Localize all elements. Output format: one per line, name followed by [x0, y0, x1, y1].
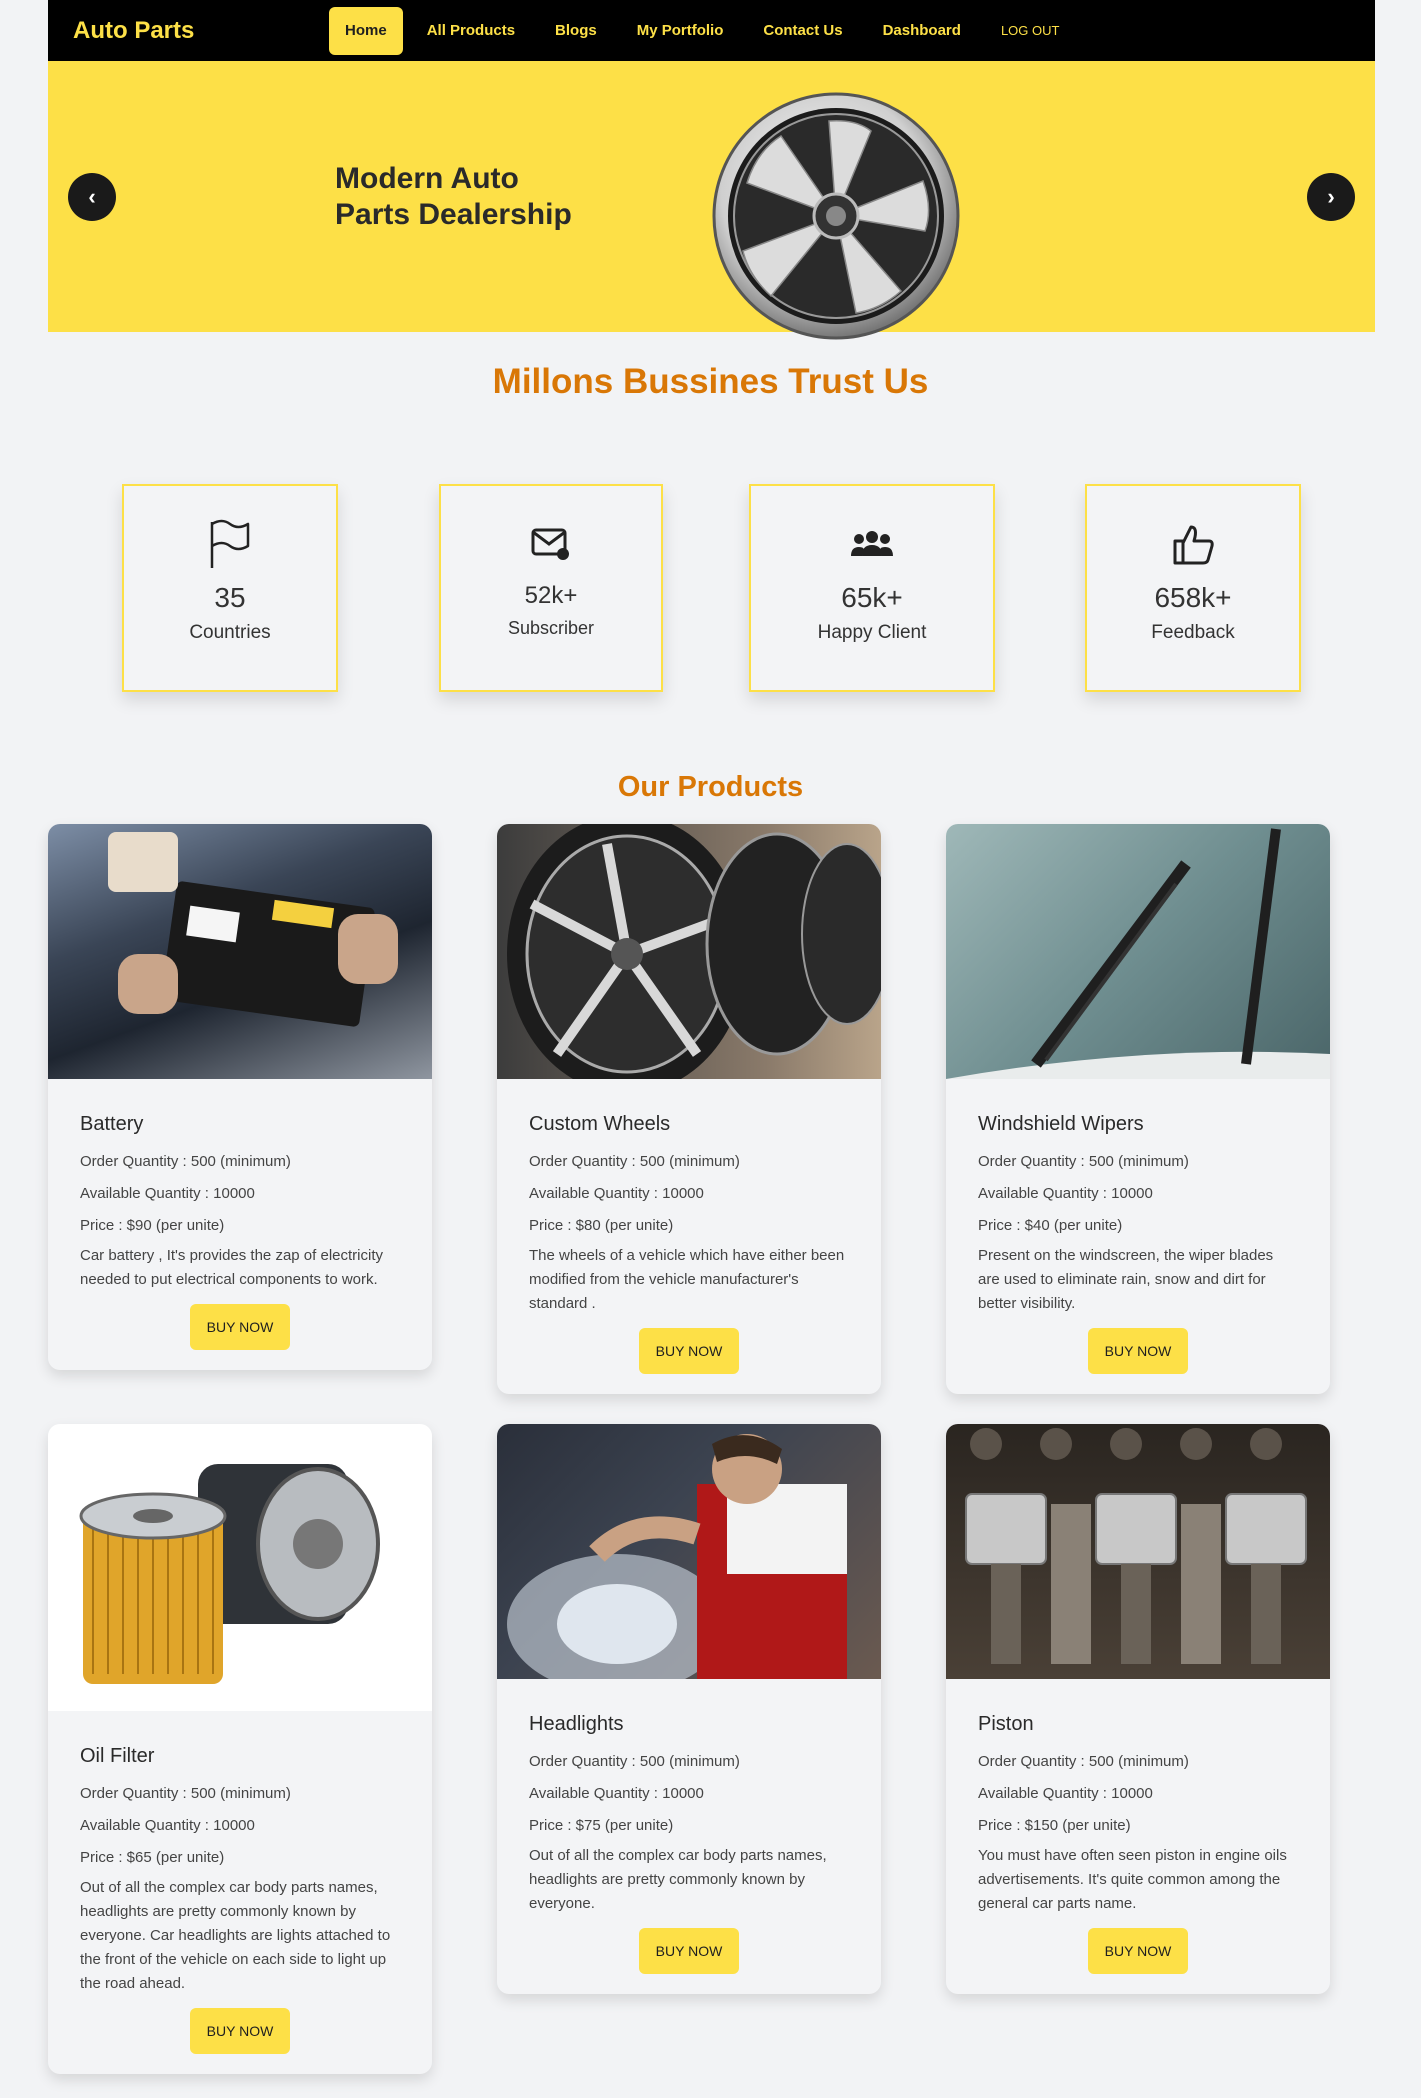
product-price: Price : $65 (per unite) [80, 1849, 225, 1866]
trust-title: Millons Bussines Trust Us [492, 362, 929, 401]
product-image-piston [946, 1424, 1330, 1679]
product-description: The wheels of a vehicle which have eithe… [529, 1247, 845, 1312]
stat-label: Subscriber [507, 618, 595, 638]
product-price: Price : $80 (per unite) [529, 1217, 674, 1234]
product-available-qty: Available Quantity : 10000 [80, 1185, 255, 1202]
wheel-image [712, 92, 960, 340]
product-name: Windshield Wipers [978, 1113, 1144, 1135]
product-card-battery: Battery Order Quantity : 500 (minimum) A… [48, 824, 432, 1370]
stat-value: 52k+ [524, 582, 578, 609]
product-card-windshield-wipers: Windshield Wipers Order Quantity : 500 (… [946, 824, 1330, 1394]
product-order-qty: Order Quantity : 500 (minimum) [80, 1785, 291, 1802]
stat-card-subscriber: 52k+ Subscriber [439, 484, 663, 692]
carousel-next-button[interactable]: › [1307, 173, 1355, 221]
product-price: Price : $40 (per unite) [978, 1217, 1123, 1234]
stat-label: Feedback [1151, 622, 1235, 643]
product-price: Price : $75 (per unite) [529, 1817, 674, 1834]
product-order-qty: Order Quantity : 500 (minimum) [978, 1753, 1189, 1770]
product-price: Price : $90 (per unite) [80, 1217, 225, 1234]
nav-logout[interactable]: LOG OUT [981, 7, 1080, 55]
nav-my-portfolio[interactable]: My Portfolio [617, 7, 744, 55]
stat-card-countries: 35 Countries [122, 484, 338, 692]
nav-blogs[interactable]: Blogs [535, 7, 617, 55]
product-image-headlights [497, 1424, 881, 1679]
buy-now-button[interactable]: BUY NOW [1088, 1328, 1188, 1374]
product-price: Price : $150 (per unite) [978, 1817, 1131, 1834]
product-image-windshield-wipers [946, 824, 1330, 1079]
product-image-custom-wheels [497, 824, 881, 1079]
product-description: Out of all the complex car body parts na… [529, 1847, 827, 1912]
buy-now-button[interactable]: BUY NOW [639, 1928, 739, 1974]
users-icon [751, 516, 993, 572]
product-card-oil-filter: Oil Filter Order Quantity : 500 (minimum… [48, 1424, 432, 2074]
nav-home[interactable]: Home [329, 6, 403, 55]
product-card-headlights: Headlights Order Quantity : 500 (minimum… [497, 1424, 881, 1994]
product-image-oil-filter [48, 1424, 432, 1711]
mail-icon [441, 516, 661, 572]
hero-banner: ‹ Modern Auto Parts Dealership › [48, 61, 1375, 340]
product-image-battery [48, 824, 432, 1079]
nav-all-products[interactable]: All Products [407, 7, 535, 55]
product-card-piston: Piston Order Quantity : 500 (minimum) Av… [946, 1424, 1330, 1994]
product-order-qty: Order Quantity : 500 (minimum) [80, 1153, 291, 1170]
product-available-qty: Available Quantity : 10000 [529, 1185, 704, 1202]
product-name: Custom Wheels [529, 1113, 671, 1135]
product-available-qty: Available Quantity : 10000 [978, 1785, 1153, 1802]
navbar: Auto Parts Home All Products Blogs My Po… [48, 0, 1375, 61]
product-description: Present on the windscreen, the wiper bla… [978, 1247, 1274, 1312]
product-name: Piston [978, 1713, 1034, 1735]
buy-now-button[interactable]: BUY NOW [190, 2008, 290, 2054]
stat-card-feedback: 658k+ Feedback [1085, 484, 1301, 692]
carousel-prev-button[interactable]: ‹ [68, 173, 116, 221]
product-available-qty: Available Quantity : 10000 [80, 1817, 255, 1834]
product-card-custom-wheels: Custom Wheels Order Quantity : 500 (mini… [497, 824, 881, 1394]
thumbs-up-icon [1087, 516, 1299, 572]
product-available-qty: Available Quantity : 10000 [529, 1785, 704, 1802]
product-name: Oil Filter [80, 1745, 155, 1767]
brand-logo[interactable]: Auto Parts [73, 17, 329, 45]
products-title: Our Products [617, 771, 804, 803]
flag-icon [124, 516, 336, 572]
stat-value: 658k+ [1154, 582, 1232, 613]
nav-links: Home All Products Blogs My Portfolio Con… [329, 6, 1080, 55]
buy-now-button[interactable]: BUY NOW [190, 1304, 290, 1350]
nav-dashboard[interactable]: Dashboard [863, 7, 981, 55]
product-name: Headlights [529, 1713, 624, 1735]
product-name: Battery [80, 1113, 144, 1135]
stat-label: Countries [189, 622, 271, 643]
stat-value: 35 [214, 582, 246, 613]
product-description: You must have often seen piston in engin… [978, 1847, 1287, 1912]
nav-contact-us[interactable]: Contact Us [743, 7, 862, 55]
buy-now-button[interactable]: BUY NOW [639, 1328, 739, 1374]
stat-label: Happy Client [817, 622, 927, 643]
stat-value: 65k+ [841, 582, 903, 613]
product-order-qty: Order Quantity : 500 (minimum) [529, 1153, 740, 1170]
product-description: Out of all the complex car body parts na… [80, 1879, 391, 1992]
product-order-qty: Order Quantity : 500 (minimum) [978, 1153, 1189, 1170]
product-order-qty: Order Quantity : 500 (minimum) [529, 1753, 740, 1770]
hero-title: Modern Auto Parts Dealership [335, 162, 572, 231]
product-available-qty: Available Quantity : 10000 [978, 1185, 1153, 1202]
product-description: Car battery , It's provides the zap of e… [80, 1247, 383, 1288]
stat-card-happy-client: 65k+ Happy Client [749, 484, 995, 692]
buy-now-button[interactable]: BUY NOW [1088, 1928, 1188, 1974]
